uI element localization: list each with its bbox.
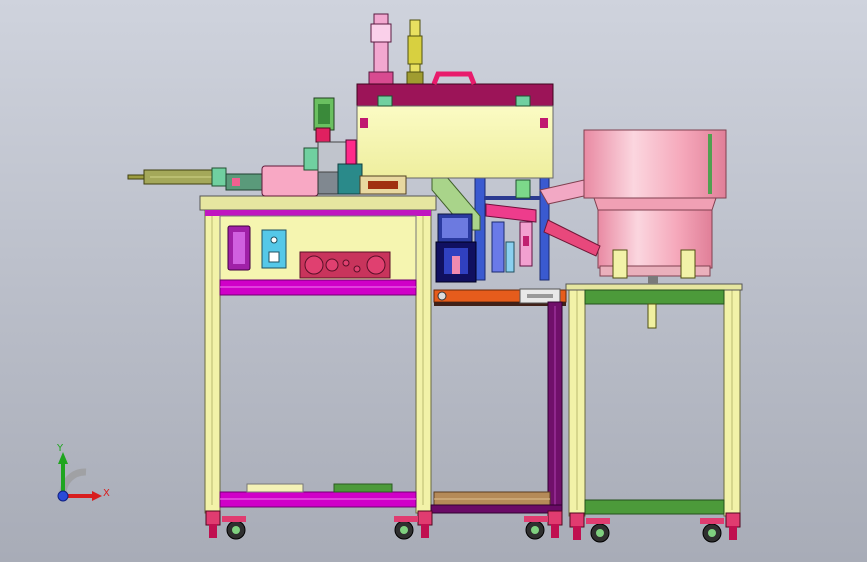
discharge-chute [543,219,601,257]
magenta-bracket [485,203,537,223]
caster-4 [569,512,610,543]
vibratory-bowl-feeder [539,129,727,284]
vertical-guide [303,147,319,171]
y-axis-label: Y [56,443,64,454]
drop-tube [647,303,657,329]
bowl-taper [593,197,717,211]
x-axis-label: X [103,488,110,499]
z-axis-origin [57,490,69,502]
sensor-block [515,179,531,199]
axis-triad: Y X [56,443,110,502]
middle-frame [430,288,567,517]
cad-viewport[interactable]: Y X [0,0,867,562]
caster-wheels [205,510,741,543]
right-upper-rail [584,289,725,305]
right-lower-rail [584,499,725,515]
right-top-deck [565,283,743,291]
top-feeder-box [356,13,554,179]
cabinet-top-plate [199,195,437,211]
centre-mechanism [431,175,550,283]
caster-2 [394,510,433,540]
caster-3 [524,510,563,540]
right-table-frame [565,283,743,517]
lid-handle [431,71,477,85]
bowl-rim [583,129,727,199]
middle-base [430,504,563,514]
box-body [356,105,554,179]
bowl-foot-right [680,249,696,279]
caster-1 [205,510,246,540]
bowl-foot-left [612,249,628,279]
shelf-plate-green [333,483,393,493]
shelf-plate-yellow [246,483,304,493]
caster-5 [700,512,741,543]
